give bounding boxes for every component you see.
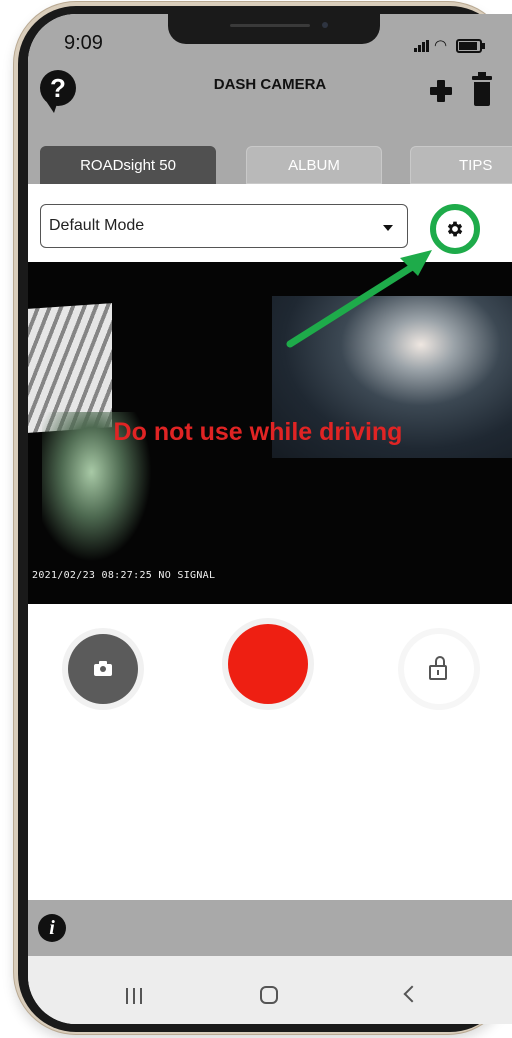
camera-preview[interactable]: Do not use while driving 2021/02/23 08:2…: [28, 262, 512, 604]
system-nav-bar: [28, 956, 512, 1024]
chevron-down-icon: [383, 225, 393, 231]
gear-icon: [447, 221, 463, 237]
back-icon[interactable]: [403, 985, 421, 1003]
recents-icon[interactable]: [126, 988, 146, 1004]
wifi-icon: ◠: [434, 37, 448, 54]
delete-button[interactable]: [472, 72, 492, 106]
status-time: 9:09: [64, 32, 103, 54]
driving-warning: Do not use while driving: [113, 418, 403, 446]
device-tabs: ROADsight 50 ALBUM TIPS: [28, 146, 512, 186]
status-icons: ◠: [414, 36, 494, 56]
recording-controls: [28, 604, 512, 904]
home-icon[interactable]: [260, 986, 278, 1004]
tab-roadsight[interactable]: ROADsight 50: [40, 146, 216, 184]
tab-tips[interactable]: TIPS: [410, 146, 512, 184]
battery-icon: [456, 39, 485, 53]
info-button[interactable]: i: [38, 914, 66, 942]
mode-dropdown[interactable]: Default Mode: [40, 204, 408, 248]
mode-dropdown-value: Default Mode: [49, 217, 145, 234]
info-bar: i: [28, 900, 512, 956]
phone-notch: [168, 14, 380, 44]
record-button[interactable]: [228, 624, 308, 704]
add-button[interactable]: [430, 80, 452, 102]
signal-icon: [414, 40, 430, 52]
settings-button[interactable]: [430, 204, 480, 254]
lock-button[interactable]: [404, 634, 474, 704]
snapshot-button[interactable]: [68, 634, 138, 704]
preview-timestamp: 2021/02/23 08:27:25 NO SIGNAL: [32, 570, 216, 581]
app-screen: 9:09 ◠ ? DASH CAMERA ROADsight 50 ALBUM …: [28, 14, 512, 1024]
info-icon: i: [49, 917, 55, 939]
tab-album[interactable]: ALBUM: [246, 146, 382, 184]
